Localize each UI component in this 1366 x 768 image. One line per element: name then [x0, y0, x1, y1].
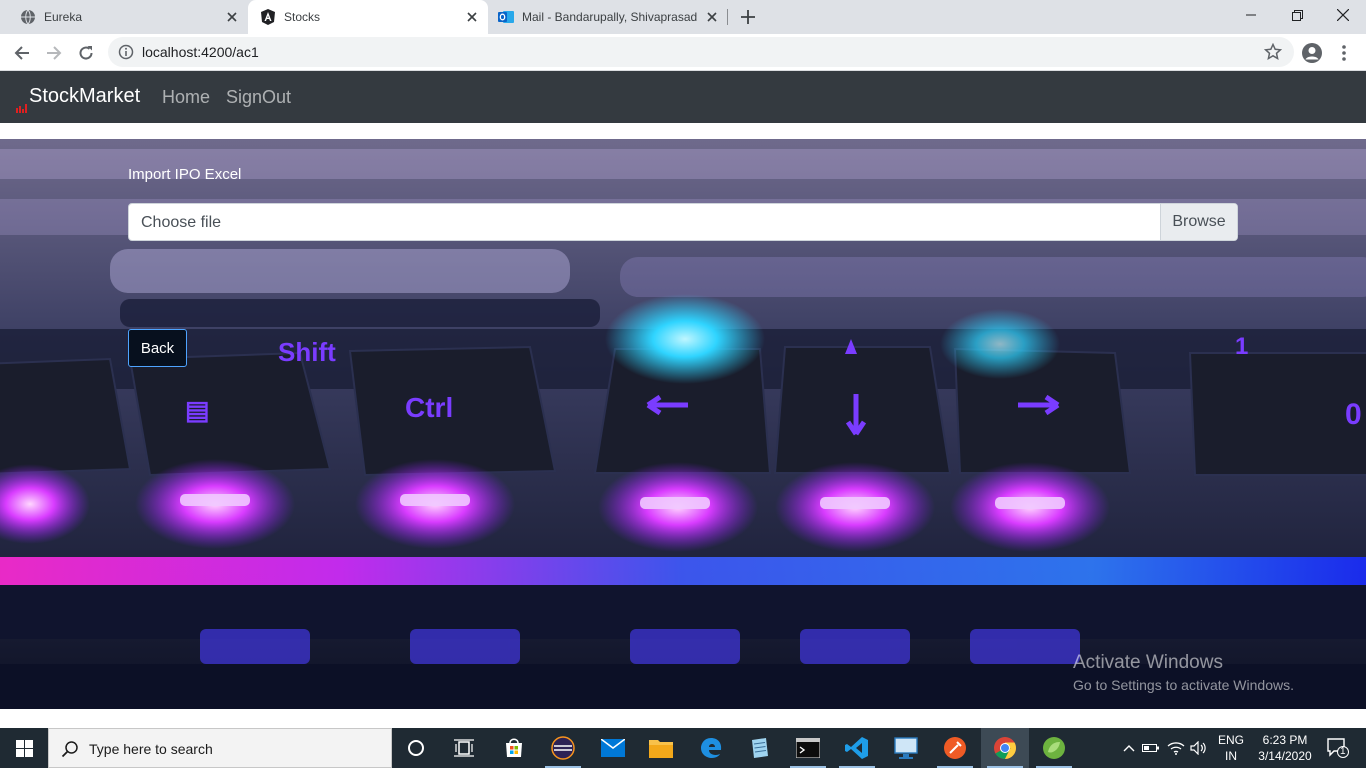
- activate-windows-title: Activate Windows: [1073, 652, 1223, 673]
- tab-stocks[interactable]: Stocks: [248, 0, 488, 34]
- notification-center-icon[interactable]: 1: [1318, 728, 1358, 768]
- tab-mail[interactable]: Mail - Bandarupally, Shivaprasad: [488, 0, 728, 34]
- eclipse-icon[interactable]: [539, 728, 587, 768]
- language-indicator[interactable]: ENG IN: [1212, 732, 1250, 764]
- edge-icon[interactable]: [687, 728, 735, 768]
- close-window-icon[interactable]: [1320, 0, 1366, 30]
- windows-taskbar: Type here to search ENG IN 6:23 PM 3/14/…: [0, 728, 1366, 768]
- browse-button[interactable]: Browse: [1160, 204, 1237, 240]
- nav-home-link[interactable]: Home: [162, 87, 210, 108]
- file-input[interactable]: Choose file Browse: [128, 203, 1238, 241]
- close-tab-icon[interactable]: [704, 9, 720, 25]
- file-input-placeholder: Choose file: [141, 214, 222, 231]
- clock-time: 6:23 PM: [1262, 733, 1308, 747]
- browser-toolbar: localhost:4200/ac1: [0, 34, 1366, 71]
- brand-link[interactable]: StockMarket: [16, 85, 141, 113]
- battery-icon[interactable]: [1140, 728, 1162, 768]
- forward-arrow-icon[interactable]: [40, 39, 68, 67]
- reload-icon[interactable]: [72, 39, 100, 67]
- chrome-icon[interactable]: [981, 728, 1029, 768]
- outlook-icon: [498, 9, 514, 25]
- app-navbar: StockMarket Home SignOut: [0, 71, 1366, 123]
- close-tab-icon[interactable]: [224, 9, 240, 25]
- region-code: IN: [1225, 749, 1237, 763]
- wifi-icon[interactable]: [1164, 728, 1188, 768]
- nav-signout-link[interactable]: SignOut: [226, 87, 291, 108]
- tray-chevron-icon[interactable]: [1118, 728, 1140, 768]
- windows-start-icon[interactable]: [0, 728, 48, 768]
- postman-icon[interactable]: [931, 728, 979, 768]
- search-placeholder: Type here to search: [89, 741, 213, 757]
- tab-eureka[interactable]: Eureka: [0, 0, 248, 34]
- close-tab-icon[interactable]: [464, 9, 480, 25]
- angular-icon: [260, 9, 276, 25]
- activate-windows-subtitle: Go to Settings to activate Windows.: [1073, 677, 1294, 693]
- bookmark-star-icon[interactable]: [1263, 42, 1283, 61]
- search-icon: [61, 740, 79, 758]
- address-bar[interactable]: localhost:4200/ac1: [108, 37, 1294, 67]
- new-tab-button[interactable]: [736, 5, 760, 29]
- vscode-icon[interactable]: [833, 728, 881, 768]
- notepad-icon[interactable]: [735, 728, 783, 768]
- minimize-icon[interactable]: [1228, 0, 1274, 30]
- hero-background: Shift Ctrl ▤ 1 0 Import IPO Excel Choose…: [0, 139, 1366, 709]
- back-button[interactable]: Back: [128, 329, 187, 367]
- file-explorer-icon[interactable]: [637, 728, 685, 768]
- restore-icon[interactable]: [1274, 0, 1320, 30]
- import-ipo-label: Import IPO Excel: [128, 166, 242, 183]
- chart-logo-icon: [16, 96, 28, 113]
- task-view-icon[interactable]: [440, 728, 488, 768]
- notification-count: 1: [1340, 746, 1346, 757]
- profile-avatar-icon[interactable]: [1298, 39, 1326, 67]
- clock-date: 3/14/2020: [1258, 749, 1312, 763]
- brand-text: StockMarket: [29, 85, 141, 107]
- cortana-icon[interactable]: [392, 728, 440, 768]
- tab-divider: [727, 9, 728, 25]
- command-prompt-icon[interactable]: [784, 728, 832, 768]
- menu-kebab-icon[interactable]: [1330, 39, 1358, 67]
- info-icon[interactable]: [118, 44, 134, 60]
- back-arrow-icon[interactable]: [8, 39, 36, 67]
- microsoft-store-icon[interactable]: [490, 728, 538, 768]
- remote-desktop-icon[interactable]: [882, 728, 930, 768]
- volume-icon[interactable]: [1188, 728, 1210, 768]
- tab-title: Eureka: [44, 10, 83, 24]
- taskbar-clock[interactable]: 6:23 PM 3/14/2020: [1252, 732, 1318, 764]
- mail-icon[interactable]: [589, 728, 637, 768]
- language-code: ENG: [1217, 733, 1244, 747]
- browser-tab-strip: Eureka Stocks Mail - Bandarupally, Shiva…: [0, 0, 1366, 34]
- globe-icon: [20, 9, 36, 25]
- tab-title: Mail - Bandarupally, Shivaprasad: [522, 10, 698, 24]
- spring-tool-suite-icon[interactable]: [1030, 728, 1078, 768]
- taskbar-search-box[interactable]: Type here to search: [48, 728, 392, 768]
- url-text: localhost:4200/ac1: [142, 44, 259, 60]
- tab-title: Stocks: [284, 10, 321, 24]
